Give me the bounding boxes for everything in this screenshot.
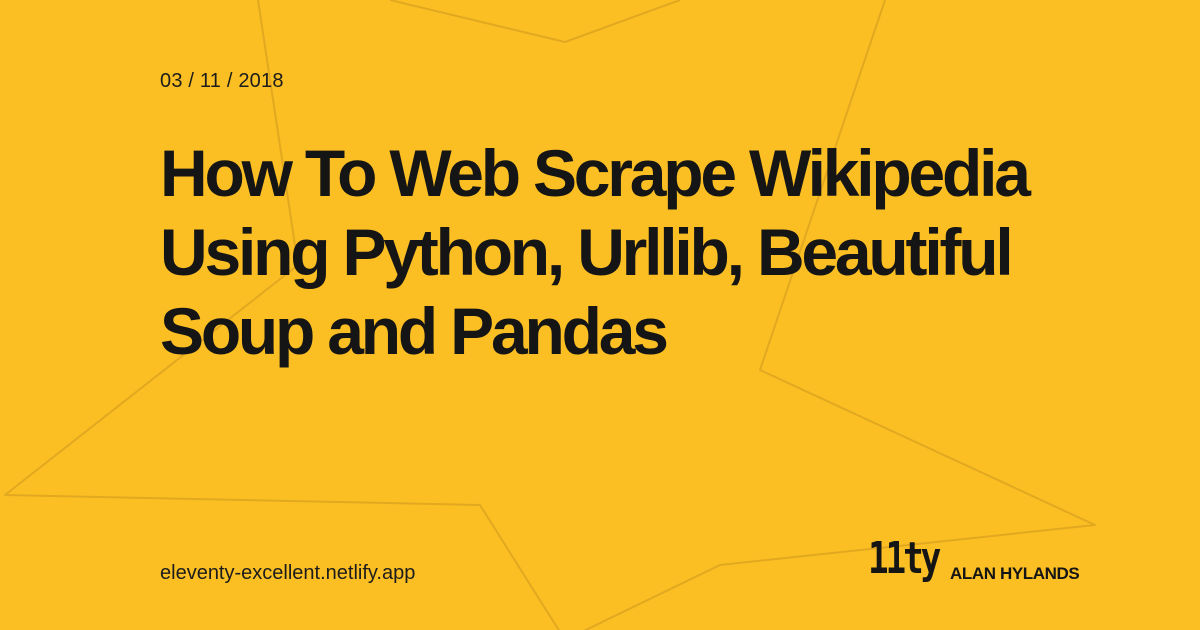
post-title: How To Web Scrape Wikipedia Using Python… [160,136,1031,368]
site-url: eleventy-excellent.netlify.app [160,562,416,584]
author-name: ALAN HYLANDS [950,564,1080,583]
post-date: 03 / 11 / 2018 [160,70,284,92]
eleventy-logo-icon: 11ty [868,533,941,584]
